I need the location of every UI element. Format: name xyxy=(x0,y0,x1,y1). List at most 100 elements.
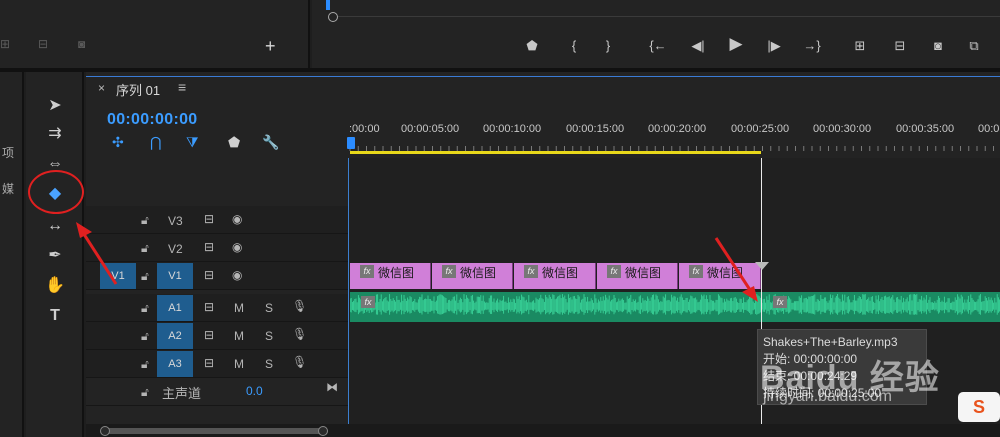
source-patch-v1[interactable]: V1 xyxy=(100,263,136,289)
lock-icon[interactable]: 🔓︎ xyxy=(141,213,149,228)
sync-lock-icon[interactable]: ⊟ xyxy=(204,240,214,254)
program-scrollbar[interactable] xyxy=(338,16,1000,17)
audio-clip[interactable]: fx xyxy=(350,292,761,322)
ruler-label: :00:00 xyxy=(349,123,380,135)
scroll-zoom-handle-right[interactable] xyxy=(318,426,328,436)
microphone-icon[interactable]: 🎙︎ xyxy=(292,355,307,369)
lock-icon[interactable]: 🔓︎ xyxy=(141,269,149,284)
ruler-label: 00:00:30:00 xyxy=(813,123,872,135)
panel-menu-icon[interactable]: ≡ xyxy=(178,79,186,95)
selection-tool-icon[interactable]: ➤ xyxy=(26,94,84,118)
work-area-bar[interactable] xyxy=(350,151,761,154)
mute-button[interactable]: M xyxy=(234,329,244,343)
type-tool-icon[interactable]: T xyxy=(26,304,84,328)
fx-badge: fx xyxy=(773,296,787,308)
tools-panel: ➤ ⇉ ⇔ ◆ ↔ ✒ ✋ T xyxy=(26,72,84,437)
marker-icon[interactable]: ⬟ xyxy=(522,38,542,54)
zoom-knob[interactable] xyxy=(328,12,338,22)
track-target[interactable]: V2 xyxy=(168,242,183,256)
play-icon[interactable]: ▶ xyxy=(726,35,746,52)
track-target-a1[interactable]: A1 xyxy=(157,295,193,321)
playhead-timecode[interactable]: 00:00:00:00 xyxy=(107,111,197,129)
edit-point-icon xyxy=(755,262,769,270)
sync-lock-icon[interactable]: ⊟ xyxy=(204,212,214,226)
lock-icon[interactable]: 🔓︎ xyxy=(141,385,149,400)
export-frame-icon[interactable]: ◙ xyxy=(928,38,948,54)
playhead-handle[interactable] xyxy=(347,137,355,149)
add-marker-icon[interactable]: ⬟ xyxy=(228,134,240,151)
sync-lock-icon[interactable]: ⊟ xyxy=(204,356,214,370)
video-clip[interactable]: fx 微信图 xyxy=(514,263,596,289)
close-icon[interactable]: × xyxy=(98,81,105,95)
program-playhead[interactable] xyxy=(326,0,330,10)
video-clip[interactable]: fx 微信图 xyxy=(597,263,678,289)
mute-button[interactable]: M xyxy=(234,301,244,315)
compare-icon[interactable]: ⧉ xyxy=(964,38,984,54)
step-back-icon[interactable]: ◀| xyxy=(688,38,708,54)
sequence-tab[interactable]: 序列 01 xyxy=(116,80,160,99)
eye-icon[interactable]: ◉ xyxy=(232,268,242,282)
wrench-icon[interactable]: 🔧 xyxy=(262,134,279,151)
scrollbar-thumb[interactable] xyxy=(104,428,328,434)
lock-icon[interactable]: 🔓︎ xyxy=(141,329,149,344)
step-forward-icon[interactable]: |▶ xyxy=(764,38,784,54)
track-target-a2[interactable]: A2 xyxy=(157,323,193,349)
audio-clip[interactable]: fx xyxy=(762,292,1000,322)
linked-selection-icon[interactable]: ⧩ xyxy=(186,134,199,151)
extract-icon[interactable]: ⊟ xyxy=(890,38,910,54)
ruler-label: 00:00:05:00 xyxy=(401,123,460,135)
pen-tool-icon[interactable]: ✒ xyxy=(26,244,84,268)
program-monitor-panel xyxy=(312,0,1000,68)
track-select-tool-icon[interactable]: ⇉ xyxy=(26,122,84,146)
sync-lock-icon[interactable]: ⊟ xyxy=(204,300,214,314)
overwrite-icon-dim: ⊟ xyxy=(38,37,49,51)
microphone-icon[interactable]: 🎙︎ xyxy=(292,327,307,341)
lift-icon-dim: ⊞ xyxy=(0,37,11,51)
lock-icon[interactable]: 🔓︎ xyxy=(141,241,149,256)
project-edge-char: 项 xyxy=(2,146,15,160)
master-volume[interactable]: 0.0 xyxy=(246,384,263,398)
clip-label: 微信图 xyxy=(378,266,415,280)
track-target-v1[interactable]: V1 xyxy=(157,263,193,289)
audio-waveform xyxy=(350,294,761,315)
sync-lock-icon[interactable]: ⊟ xyxy=(204,268,214,282)
snap-icon[interactable]: ⋂ xyxy=(150,134,161,151)
fx-badge: fx xyxy=(360,265,374,278)
slip-tool-icon[interactable]: ↔ xyxy=(26,214,84,238)
video-clip[interactable]: fx 微信图 xyxy=(350,263,431,289)
track-target-a3[interactable]: A3 xyxy=(157,351,193,377)
scroll-zoom-handle-left[interactable] xyxy=(100,426,110,436)
go-to-in-icon[interactable]: {← xyxy=(648,38,668,54)
lock-icon[interactable]: 🔓︎ xyxy=(141,301,149,316)
lift-icon[interactable]: ⊞ xyxy=(850,38,870,54)
hand-tool-icon[interactable]: ✋ xyxy=(26,274,84,298)
project-edge-char: 媒 xyxy=(2,182,15,196)
solo-button[interactable]: S xyxy=(265,301,273,315)
ruler-label: 00:00:35:00 xyxy=(896,123,955,135)
mark-out-icon[interactable]: } xyxy=(598,38,618,54)
lock-icon[interactable]: 🔓︎ xyxy=(141,357,149,372)
solo-button[interactable]: S xyxy=(265,329,273,343)
add-button[interactable]: + xyxy=(265,36,276,57)
clip-label: 微信图 xyxy=(460,266,497,280)
mark-in-icon[interactable]: { xyxy=(564,38,584,54)
eye-icon[interactable]: ◉ xyxy=(232,212,242,226)
solo-button[interactable]: S xyxy=(265,357,273,371)
clip-label: 微信图 xyxy=(625,266,662,280)
track-target[interactable]: V3 xyxy=(168,214,183,228)
sync-lock-icon[interactable]: ⊟ xyxy=(204,328,214,342)
source-monitor-panel xyxy=(0,0,310,68)
ruler-label: 00:00:25:00 xyxy=(731,123,790,135)
baidu-url: jingyan.baidu.com xyxy=(763,388,892,405)
so-logo: S xyxy=(958,392,1000,422)
video-clip[interactable]: fx 微信图 xyxy=(432,263,513,289)
eye-icon[interactable]: ◉ xyxy=(232,240,242,254)
mute-button[interactable]: M xyxy=(234,357,244,371)
video-clip[interactable]: fx 微信图 xyxy=(679,263,761,289)
camera-icon-dim: ◙ xyxy=(78,37,86,51)
nest-icon[interactable]: ✣ xyxy=(112,134,124,151)
go-to-end-icon[interactable]: ⧓ xyxy=(326,380,338,394)
microphone-icon[interactable]: 🎙︎ xyxy=(292,299,307,313)
tooltip-name: Shakes+The+Barley.mp3 xyxy=(763,335,898,349)
go-to-out-icon[interactable]: →} xyxy=(802,38,822,54)
